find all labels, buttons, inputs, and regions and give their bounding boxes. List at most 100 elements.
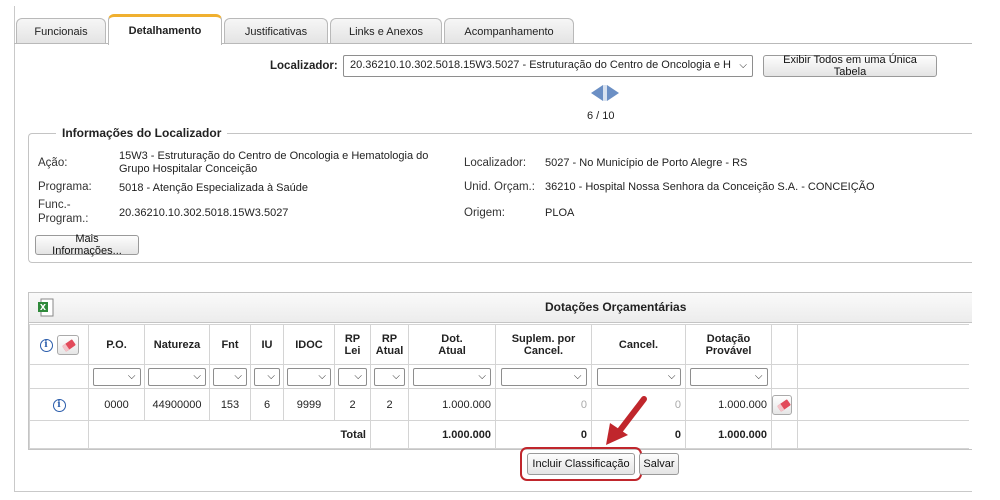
header-rp-lei-line2: Lei — [344, 344, 361, 357]
header-dot-provavel-line2: Provável — [705, 344, 752, 357]
chevron-down-icon: ⌵ — [478, 370, 486, 382]
programa-value: 5018 - Atenção Especializada à Saúde — [119, 182, 308, 194]
cell-filler — [797, 388, 969, 421]
chevron-down-icon: ⌵ — [739, 60, 747, 71]
filter-po-select[interactable]: ⌵ — [92, 367, 141, 386]
unid-orcam-label: Unid. Orçam.: — [464, 181, 535, 193]
filter-cell-filler — [797, 364, 969, 389]
row-info-cell: i — [29, 388, 89, 421]
header-iu: IU — [250, 324, 284, 365]
eraser-icon — [777, 398, 791, 412]
header-dot-provavel: Dotação Provável — [685, 324, 772, 365]
clear-row-button[interactable] — [772, 394, 792, 415]
filter-cell-fnt: ⌵ — [209, 364, 251, 389]
tab-detalhamento[interactable]: Detalhamento — [108, 14, 222, 45]
filter-rp-atual-select[interactable]: ⌵ — [374, 367, 405, 386]
filter-cell-rp-lei: ⌵ — [334, 364, 371, 389]
header-rp-atual: RP Atual — [370, 324, 409, 365]
tab-bar: Funcionais Detalhamento Justificativas L… — [16, 14, 574, 45]
chevron-down-icon: ⌵ — [318, 370, 326, 382]
cell-suplem-input[interactable]: 0 — [495, 388, 592, 421]
row-info-icon[interactable]: i — [52, 398, 66, 412]
func-program-label-line1: Func.- — [38, 199, 71, 211]
header-rp-atual-line2: Atual — [375, 344, 404, 357]
header-suplem-line1: Suplem. por — [511, 332, 576, 345]
chevron-down-icon: ⌵ — [392, 370, 400, 382]
filter-fnt-select[interactable]: ⌵ — [213, 367, 247, 386]
clear-filters-button[interactable] — [56, 334, 79, 355]
header-dot-atual: Dot. Atual — [408, 324, 496, 365]
cell-row-actions — [771, 388, 798, 421]
show-all-button[interactable]: Exibir Todos em uma Única Tabela — [763, 54, 937, 78]
budget-panel-header — [29, 293, 972, 323]
chevron-down-icon: ⌵ — [193, 370, 201, 382]
red-arrow-annotation — [606, 396, 647, 445]
total-row: Total 1.000.000 0 0 1.000.000 — [29, 420, 969, 449]
unid-orcam-value: 36210 - Hospital Nossa Senhora da Concei… — [545, 181, 875, 193]
cell-rp-atual: 2 — [370, 388, 409, 421]
filter-idoc-select[interactable]: ⌵ — [287, 367, 331, 386]
header-rp-lei: RP Lei — [334, 324, 371, 365]
acao-value-line1: 15W3 - Estruturação do Centro de Oncolog… — [119, 150, 429, 162]
locator-select[interactable]: 20.36210.10.302.5018.15W3.5027 - Estrutu… — [343, 55, 753, 77]
pager-separator — [603, 85, 607, 101]
filter-suplem-select[interactable]: ⌵ — [500, 367, 587, 386]
filter-rp-lei-select[interactable]: ⌵ — [338, 367, 367, 386]
total-label: Total — [88, 420, 371, 449]
eraser-icon — [61, 338, 76, 352]
chevron-down-icon: ⌵ — [354, 370, 362, 382]
total-suplem: 0 — [495, 420, 592, 449]
excel-export-icon[interactable]: X — [37, 298, 55, 318]
chevron-down-icon: ⌵ — [127, 370, 136, 382]
header-dot-atual-line1: Dot. — [441, 332, 463, 345]
header-actions — [771, 324, 798, 365]
filter-cell-tools — [29, 364, 89, 389]
header-suplem-line2: Cancel. — [523, 344, 564, 357]
filter-dot-provavel-select[interactable]: ⌵ — [689, 367, 768, 386]
cell-iu: 6 — [250, 388, 284, 421]
more-info-button[interactable]: Mais Informações... — [35, 233, 139, 257]
filter-cell-cancel: ⌵ — [591, 364, 686, 389]
filter-cell-actions — [771, 364, 798, 389]
cell-dot-atual: 1.000.000 — [408, 388, 496, 421]
header-dot-atual-line2: Atual — [438, 344, 466, 357]
filter-cell-suplem: ⌵ — [495, 364, 592, 389]
page-indicator: 6 / 10 — [587, 110, 615, 122]
header-natureza: Natureza — [144, 324, 210, 365]
chevron-down-icon: ⌵ — [667, 370, 676, 382]
tab-links-anexos[interactable]: Links e Anexos — [330, 18, 442, 44]
filter-natureza-select[interactable]: ⌵ — [148, 367, 206, 386]
cell-rp-lei: 2 — [334, 388, 371, 421]
filter-iu-select[interactable]: ⌵ — [254, 367, 280, 386]
info-icon[interactable]: i — [39, 339, 53, 353]
header-rp-lei-line1: RP — [344, 332, 361, 345]
table-row: i 0000 44900000 153 6 9999 2 2 1.000.000… — [29, 388, 969, 421]
programa-label: Programa: — [38, 181, 92, 193]
localizador-value: 5027 - No Município de Porto Alegre - RS — [545, 157, 748, 169]
total-cell-filler — [797, 420, 969, 449]
tab-justificativas[interactable]: Justificativas — [224, 18, 328, 44]
chevron-down-icon: ⌵ — [754, 370, 763, 382]
chevron-down-icon: ⌵ — [234, 370, 242, 382]
header-po: P.O. — [88, 324, 145, 365]
budget-panel-title: Dotações Orçamentárias — [545, 300, 687, 314]
origem-value: PLOA — [545, 207, 575, 219]
header-filler — [797, 324, 969, 365]
total-cell-blank — [370, 420, 409, 449]
total-dot-atual: 1.000.000 — [408, 420, 496, 449]
header-row: i P.O. Natureza Fnt IU IDOC RP Lei RP Atua… — [29, 324, 969, 365]
tab-acompanhamento[interactable]: Acompanhamento — [444, 18, 574, 44]
include-classification-button[interactable]: Incluir Classificação — [527, 453, 635, 475]
locator-selected-value: 20.36210.10.302.5018.15W3.5027 - Estrutu… — [350, 59, 731, 71]
pager-nav — [591, 85, 619, 101]
acao-value-line2: Grupo Hospitalar Conceição — [119, 163, 258, 175]
cell-dot-provavel: 1.000.000 — [685, 388, 772, 421]
tab-funcionais[interactable]: Funcionais — [16, 18, 106, 44]
save-button[interactable]: Salvar — [639, 453, 679, 475]
next-arrow-icon[interactable] — [607, 85, 619, 101]
prev-arrow-icon[interactable] — [591, 85, 603, 101]
filter-cell-natureza: ⌵ — [144, 364, 210, 389]
localizador-label: Localizador: — [464, 157, 527, 169]
filter-cancel-select[interactable]: ⌵ — [596, 367, 681, 386]
filter-dot-atual-select[interactable]: ⌵ — [413, 367, 491, 386]
